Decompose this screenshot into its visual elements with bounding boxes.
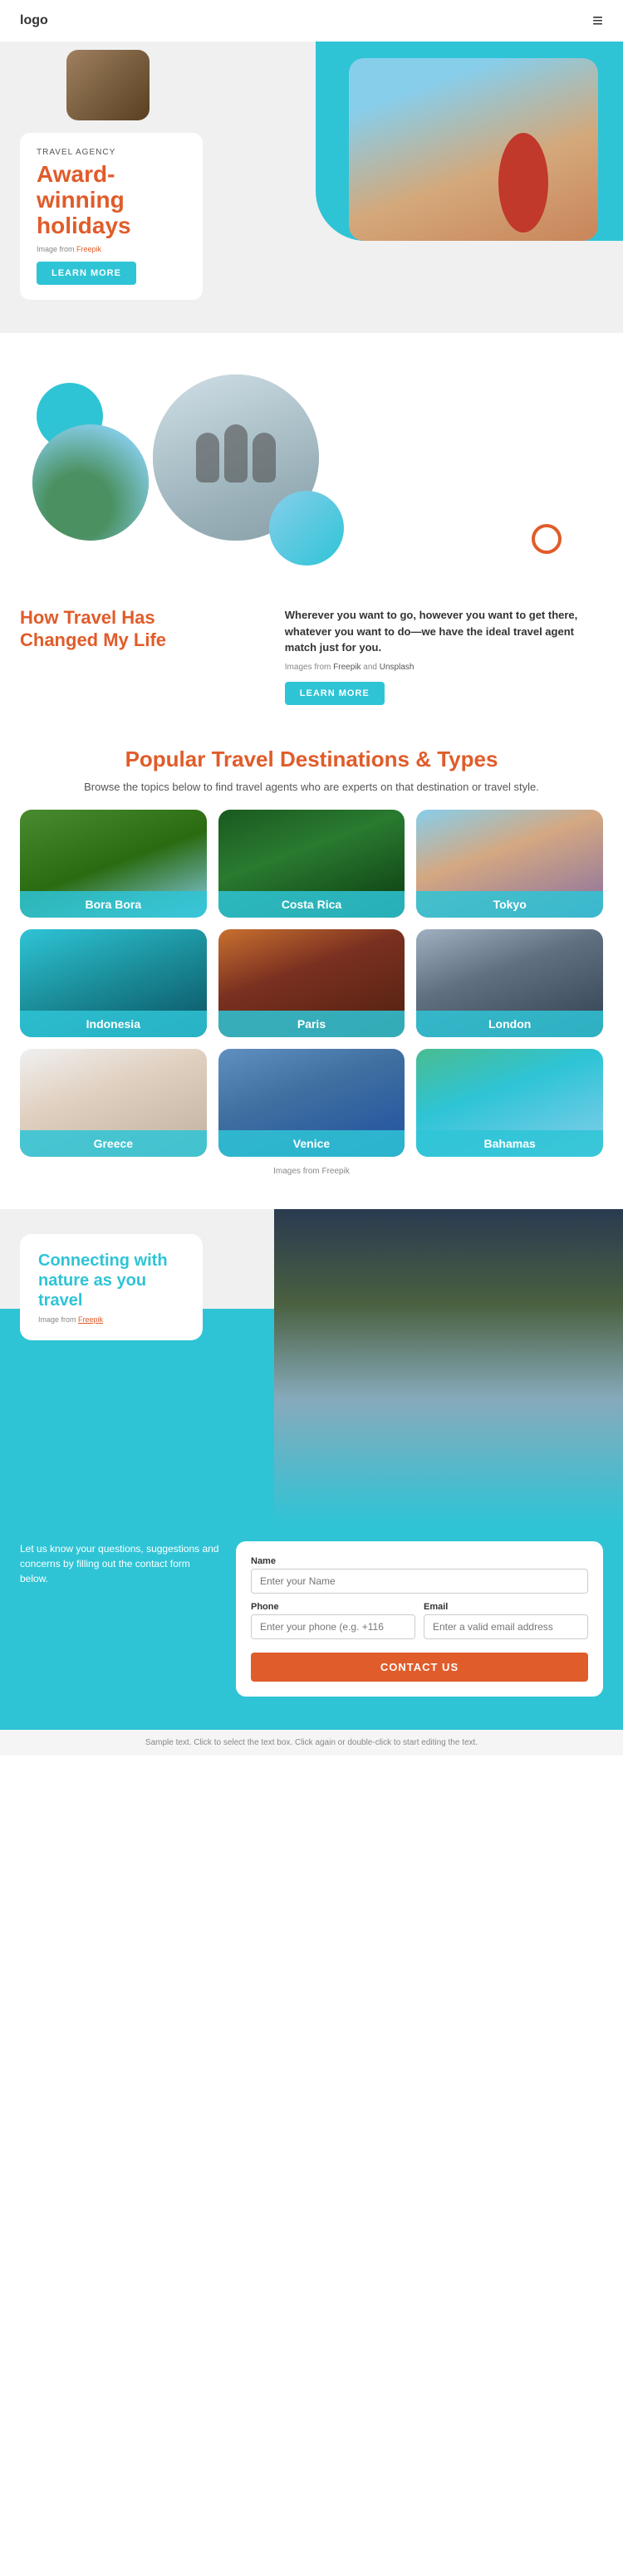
travel-description: Wherever you want to go, however you wan… — [285, 607, 603, 656]
dest-card-label-8: Bahamas — [416, 1130, 603, 1157]
dest-card-label-4: Paris — [218, 1011, 405, 1037]
hero-main-image — [349, 58, 598, 241]
contact-description: Let us know your questions, suggestions … — [20, 1541, 219, 1586]
destination-card-paris[interactable]: Paris — [218, 929, 405, 1037]
destinations-heading: Popular Travel Destinations & Types — [20, 747, 603, 772]
contact-section: Let us know your questions, suggestions … — [0, 1525, 623, 1730]
email-col: Email — [424, 1602, 588, 1639]
hero-section: TRAVEL AGENCY Award-winning holidays Ima… — [0, 42, 623, 333]
dest-card-label-2: Tokyo — [416, 891, 603, 918]
logo: logo — [20, 13, 48, 28]
destination-card-bahamas[interactable]: Bahamas — [416, 1049, 603, 1157]
unsplash-link[interactable]: Unsplash — [380, 663, 415, 672]
hero-learn-more-button[interactable]: LEARN MORE — [37, 262, 136, 285]
destination-card-indonesia[interactable]: Indonesia — [20, 929, 207, 1037]
travel-right-content: Wherever you want to go, however you wan… — [285, 607, 603, 705]
beach-circle-image — [32, 424, 149, 541]
contact-form: Name Phone Email CONTACT US — [236, 1541, 603, 1697]
travel-section: How Travel Has Changed My Life Wherever … — [0, 333, 623, 722]
dest-card-label-1: Costa Rica — [218, 891, 405, 918]
hamburger-menu-icon[interactable]: ≡ — [592, 10, 603, 32]
person-silhouette-3 — [253, 433, 276, 482]
destination-card-london[interactable]: London — [416, 929, 603, 1037]
destination-card-tokyo[interactable]: Tokyo — [416, 810, 603, 918]
email-input[interactable] — [424, 1614, 588, 1639]
travel-left-content: How Travel Has Changed My Life — [20, 607, 265, 651]
people-group — [153, 375, 319, 541]
nature-heading: Connecting with nature as you travel — [38, 1251, 184, 1310]
hero-rock-image — [66, 50, 150, 120]
destinations-credits: Images from Freepik — [20, 1167, 603, 1176]
dest-card-label-3: Indonesia — [20, 1011, 207, 1037]
nature-background-image — [274, 1209, 623, 1525]
person-silhouette-1 — [196, 433, 219, 482]
contact-left: Let us know your questions, suggestions … — [20, 1541, 219, 1586]
dest-card-label-6: Greece — [20, 1130, 207, 1157]
travel-content: How Travel Has Changed My Life Wherever … — [20, 607, 603, 705]
footer: Sample text. Click to select the text bo… — [0, 1730, 623, 1756]
name-label: Name — [251, 1556, 588, 1566]
email-label: Email — [424, 1602, 588, 1612]
contact-inner: Let us know your questions, suggestions … — [20, 1541, 603, 1697]
agency-label: TRAVEL AGENCY — [37, 148, 186, 157]
travel-heading: How Travel Has Changed My Life — [20, 607, 265, 651]
destinations-grid: Bora Bora Costa Rica Tokyo Indonesia Par… — [20, 810, 603, 1157]
name-field-row: Name — [251, 1556, 588, 1594]
destination-card-bora-bora[interactable]: Bora Bora — [20, 810, 207, 918]
name-input[interactable] — [251, 1569, 588, 1594]
footer-note: Sample text. Click to select the text bo… — [145, 1738, 478, 1747]
hero-image-credit: Image from Freepik — [37, 245, 186, 253]
dest-card-label-0: Bora Bora — [20, 891, 207, 918]
destinations-section: Popular Travel Destinations & Types Brow… — [0, 722, 623, 1193]
dest-card-label-7: Venice — [218, 1130, 405, 1157]
orange-ring-decoration — [532, 524, 562, 554]
contact-submit-button[interactable]: CONTACT US — [251, 1653, 588, 1682]
travel-learn-more-button[interactable]: LEARN MORE — [285, 682, 385, 705]
destination-card-greece[interactable]: Greece — [20, 1049, 207, 1157]
destinations-description: Browse the topics below to find travel a… — [20, 781, 603, 793]
dest-card-label-5: London — [416, 1011, 603, 1037]
header: logo ≡ — [0, 0, 623, 42]
phone-label: Phone — [251, 1602, 415, 1612]
group-circle-image — [153, 375, 319, 541]
destination-card-costa-rica[interactable]: Costa Rica — [218, 810, 405, 918]
nature-credit: Image from Freepik — [38, 1315, 184, 1324]
hero-title: Award-winning holidays — [37, 162, 186, 238]
hero-content-card: TRAVEL AGENCY Award-winning holidays Ima… — [20, 133, 203, 300]
travel-credits: Images from Freepik and Unsplash — [285, 663, 603, 672]
person-silhouette-2 — [224, 424, 248, 482]
travel-circles — [20, 358, 603, 590]
nature-content-card: Connecting with nature as you travel Ima… — [20, 1234, 203, 1340]
nature-freepik-link[interactable]: Freepik — [78, 1315, 103, 1324]
phone-input[interactable] — [251, 1614, 415, 1639]
phone-col: Phone — [251, 1602, 415, 1639]
destination-card-venice[interactable]: Venice — [218, 1049, 405, 1157]
nature-section: Connecting with nature as you travel Ima… — [0, 1209, 623, 1525]
freepik-link[interactable]: Freepik — [76, 245, 101, 253]
phone-email-row: Phone Email — [251, 1602, 588, 1639]
freepik-link-2[interactable]: Freepik — [333, 663, 361, 672]
